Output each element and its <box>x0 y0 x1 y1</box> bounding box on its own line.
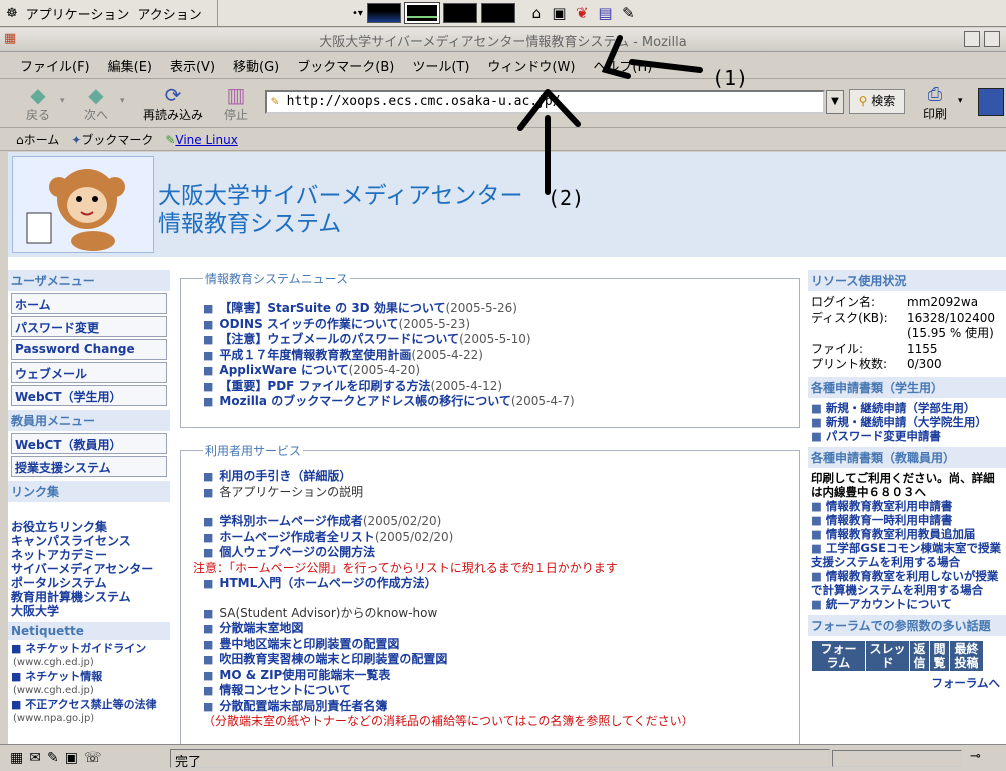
address-book-icon[interactable]: ▣ <box>65 750 78 766</box>
irc-icon[interactable]: ☏ <box>84 750 102 766</box>
mail-icon[interactable]: ✉ <box>29 750 41 766</box>
navigator-icon[interactable]: ▦ <box>10 750 23 766</box>
annotation-arrows <box>517 35 703 195</box>
annotation-label-1: (1) <box>712 66 749 90</box>
component-bar: ▦ ✉ ✎ ▣ ☏ <box>0 750 170 766</box>
progress-bar <box>832 750 962 767</box>
status-bar: ▦ ✉ ✎ ▣ ☏ 完了 ⊸ <box>0 744 1006 771</box>
composer-icon[interactable]: ✎ <box>47 750 59 766</box>
status-text: 完了 <box>170 748 830 770</box>
annotation-label-2: (2) <box>548 186 585 210</box>
connection-icon: ⊸ <box>970 749 981 764</box>
